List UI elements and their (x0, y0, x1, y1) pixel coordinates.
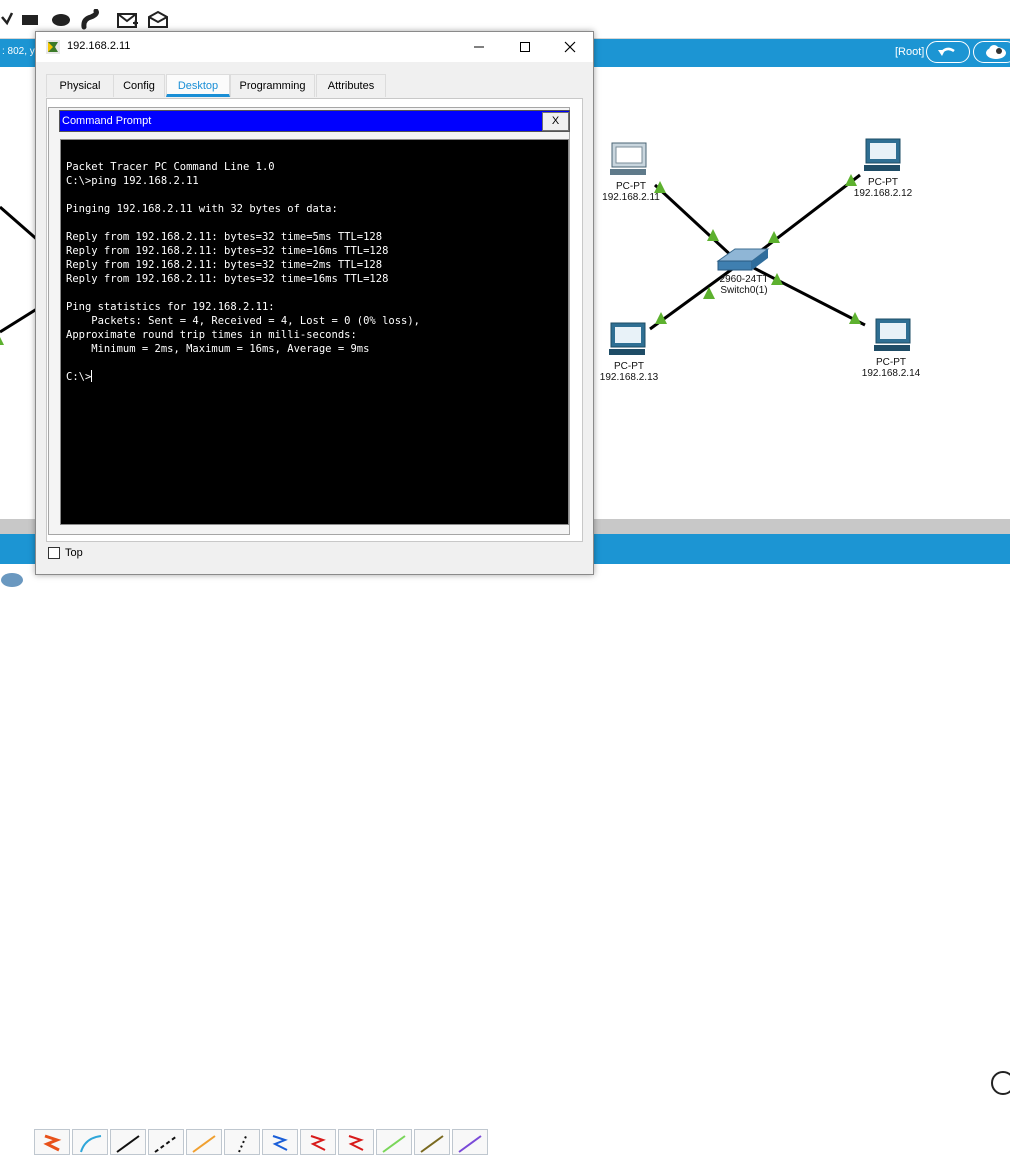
link-up-indicator (0, 337, 4, 345)
close-button[interactable] (547, 32, 593, 62)
terminal-console[interactable]: Packet Tracer PC Command Line 1.0 C:\>pi… (60, 139, 569, 525)
clock-icon[interactable] (991, 1071, 1010, 1095)
tab-physical[interactable]: Physical (46, 74, 114, 97)
phone-cable-icon[interactable] (224, 1129, 260, 1155)
maximize-icon (520, 42, 530, 52)
window-title: 192.168.2.11 (67, 40, 131, 52)
pc-icon[interactable] (609, 322, 646, 355)
root-label[interactable]: [Root] (895, 46, 924, 58)
octal-cable-icon[interactable] (376, 1129, 412, 1155)
command-prompt-close-button[interactable]: X (542, 112, 569, 131)
back-arrow-icon (938, 47, 955, 56)
link-line (653, 183, 737, 261)
device-label-pc1: PC-PT 192.168.2.12 (853, 177, 913, 199)
rectangle-tool-icon[interactable] (20, 9, 40, 31)
fiber-cable-icon[interactable] (186, 1129, 222, 1155)
link-line (749, 173, 861, 261)
device-label-switch: 2960-24TT Switch0(1) (719, 274, 769, 296)
add-pdu-icon[interactable] (116, 9, 140, 31)
command-prompt-title: Command Prompt (62, 115, 152, 127)
minimize-button[interactable] (456, 32, 502, 62)
cluster-button[interactable] (973, 41, 1010, 63)
packet-tracer-icon (46, 40, 60, 54)
tab-config[interactable]: Config (113, 74, 165, 97)
cloud-icon (986, 45, 1006, 59)
console-cable-icon[interactable] (72, 1129, 108, 1155)
tab-programming[interactable]: Programming (230, 74, 315, 97)
serial-dce-cable-icon[interactable] (300, 1129, 336, 1155)
pc-icon[interactable] (864, 138, 901, 171)
close-icon (564, 41, 576, 53)
pc-icon[interactable] (610, 142, 647, 175)
device-label-pc0: PC-PT 192.168.2.11 (602, 181, 660, 203)
terminal-history: Packet Tracer PC Command Line 1.0 C:\>pi… (66, 161, 421, 355)
crossover-cable-icon[interactable] (148, 1129, 184, 1155)
automatic-connection-icon[interactable] (34, 1129, 70, 1155)
top-checkbox-label: Top (65, 547, 83, 559)
link-line (0, 205, 41, 244)
device-label-pc2: PC-PT 192.168.2.13 (599, 361, 659, 383)
pc-icon[interactable] (874, 318, 911, 351)
terminal-prompt: C:\> (66, 371, 92, 383)
ellipse-tool-icon[interactable] (50, 9, 72, 31)
top-checkbox[interactable] (48, 547, 60, 559)
complex-pdu-icon[interactable] (147, 9, 171, 31)
text-cursor (91, 370, 93, 382)
tab-attributes[interactable]: Attributes (316, 74, 386, 97)
coaxial-cable-icon[interactable] (262, 1129, 298, 1155)
command-prompt-header: Command Prompt (59, 110, 570, 132)
usb-cable-icon[interactable] (452, 1129, 488, 1155)
select-tool-icon[interactable] (0, 9, 14, 31)
link-line (0, 305, 41, 334)
coordinates-readout: : 802, y (2, 46, 35, 57)
device-label-pc3: PC-PT 192.168.2.14 (861, 357, 921, 379)
back-button[interactable] (926, 41, 970, 63)
terminal-output: Packet Tracer PC Command Line 1.0 C:\>pi… (66, 160, 420, 384)
minimize-icon (474, 46, 484, 48)
tab-desktop[interactable]: Desktop (166, 74, 230, 97)
device-dialog-window: 192.168.2.11 Physical Config Desktop Pro… (35, 31, 594, 575)
maximize-button[interactable] (502, 32, 548, 62)
window-titlebar[interactable]: 192.168.2.11 (36, 32, 593, 62)
cloud-device-icon[interactable] (0, 568, 26, 588)
freeform-tool-icon[interactable] (80, 9, 102, 31)
serial-dte-cable-icon[interactable] (338, 1129, 374, 1155)
iot-custom-cable-icon[interactable] (414, 1129, 450, 1155)
straight-through-cable-icon[interactable] (110, 1129, 146, 1155)
